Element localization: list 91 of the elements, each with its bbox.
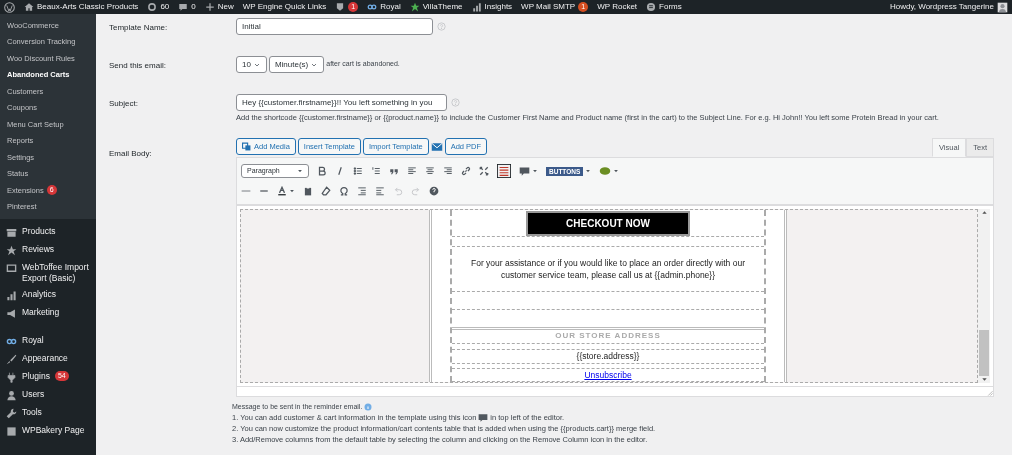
omega-icon[interactable] [339, 186, 349, 197]
box-icon[interactable] [6, 227, 17, 238]
menu-item[interactable]: Tools [22, 407, 42, 418]
fullscreen-icon[interactable] [479, 166, 489, 177]
caret-icon [585, 168, 592, 175]
paste-text-icon[interactable] [303, 186, 313, 197]
quote-icon[interactable] [389, 166, 399, 177]
number-select[interactable]: 10 [236, 56, 267, 73]
menu-item[interactable]: Appearance [22, 353, 68, 364]
plug-icon[interactable] [6, 372, 17, 383]
store-heading: OUR STORE ADDRESS [555, 330, 661, 343]
screen-icon[interactable] [6, 263, 17, 274]
merge-tag-icon [478, 412, 489, 423]
greeting-link[interactable]: Howdy, Wordpress Tangerine [889, 1, 994, 13]
form-icon[interactable] [646, 2, 657, 12]
envelope-icon[interactable] [430, 140, 443, 153]
field-label: Template Name: [109, 22, 169, 34]
template-name-field[interactable]: Initial [236, 18, 433, 35]
toolbar-link[interactable]: Royal [380, 1, 401, 13]
caret-icon [532, 168, 538, 175]
align-right-icon[interactable] [443, 166, 453, 177]
menu-item[interactable]: WPBakery Page [22, 425, 85, 436]
leaf-icon[interactable] [599, 165, 612, 178]
toolbar-toggle-icon[interactable] [497, 164, 511, 179]
menu-item[interactable]: Plugins [22, 371, 50, 382]
toolbar-link[interactable]: Insights [484, 1, 513, 13]
infinity-icon[interactable] [6, 336, 17, 347]
align-center-icon[interactable] [425, 166, 435, 177]
toolbar-link[interactable]: Forms [659, 1, 682, 13]
wordpress-logo-icon[interactable] [4, 1, 15, 13]
caret-icon [297, 168, 303, 175]
subject-field[interactable]: Hey {{customer.firstname}}!! You left something in you [236, 94, 447, 111]
bold-icon[interactable] [317, 166, 327, 177]
merge-tag-icon[interactable] [519, 165, 530, 177]
user-icon[interactable] [6, 390, 17, 401]
email-paragraph: For your assistance or if you would like to place an order directly with our customer service team, please call us at {{admin.phone}} [470, 256, 746, 281]
menu-item[interactable]: Marketing [22, 307, 60, 318]
toolbar-link[interactable]: 0 [191, 1, 196, 13]
outdent-icon[interactable] [357, 186, 367, 197]
comment-icon[interactable] [178, 2, 189, 12]
refresh-icon[interactable] [147, 2, 158, 12]
info-icon [364, 402, 373, 411]
menu-item[interactable]: WebToffee Import Export (Basic) [22, 262, 90, 283]
resize-handle-icon[interactable] [986, 389, 993, 397]
media-icon [242, 142, 251, 152]
checkout-button[interactable]: CHECKOUT NOW [526, 210, 690, 236]
eraser-icon[interactable] [321, 186, 331, 197]
star-icon[interactable] [409, 2, 420, 12]
toolbar-link[interactable]: New [217, 1, 234, 13]
toolbar-link[interactable]: WP Engine Quick Links [242, 1, 327, 13]
toolbar-link[interactable]: WP Rocket [597, 1, 638, 13]
plus-icon[interactable] [204, 2, 215, 12]
help-icon [451, 98, 460, 107]
toolbar-link[interactable]: Beaux-Arts Classic Products [37, 1, 139, 13]
menu-item[interactable]: Products [22, 226, 56, 237]
field-label: Subject: [109, 98, 139, 110]
infinity-icon[interactable] [367, 2, 378, 12]
italic-icon[interactable] [335, 166, 345, 177]
scrollbar[interactable] [978, 209, 990, 384]
menu-item[interactable]: Users [22, 389, 45, 400]
bar-chart-icon[interactable] [471, 2, 482, 12]
bullet-list-icon[interactable] [353, 166, 363, 177]
bar-chart-icon[interactable] [6, 290, 17, 301]
star-icon[interactable] [6, 245, 17, 256]
menu-item[interactable]: Royal [22, 335, 44, 346]
store-address: {{store.address}} [576, 349, 640, 363]
unit-select[interactable]: Minute(s) [268, 56, 325, 73]
toolbar-link[interactable]: WP Mail SMTP [521, 1, 576, 13]
scrollbar-thumb[interactable] [979, 330, 989, 377]
unsubscribe-link[interactable]: Unsubscribe [584, 368, 632, 382]
shield-icon[interactable] [335, 2, 346, 12]
toolbar-link[interactable]: 60 [160, 1, 170, 13]
menu-item[interactable]: Analytics [22, 289, 56, 300]
avatar-icon[interactable] [997, 1, 1008, 13]
caret-icon [613, 168, 620, 175]
help-icon [437, 22, 446, 31]
text-color-icon[interactable] [277, 186, 287, 197]
align-left-icon[interactable] [407, 166, 417, 177]
help-icon[interactable] [429, 186, 439, 197]
numbered-list-icon[interactable] [371, 166, 381, 177]
home-icon[interactable] [24, 2, 34, 12]
field-label: Send this email: [109, 60, 167, 72]
toolbar-link[interactable]: VillaTheme [422, 1, 463, 13]
field-label: Email Body: [109, 148, 153, 160]
caret-icon [289, 188, 295, 195]
link-icon[interactable] [461, 166, 471, 177]
wrench-icon[interactable] [6, 408, 17, 419]
indent-icon[interactable] [375, 186, 385, 197]
scroll-up-icon[interactable] [980, 209, 988, 217]
megaphone-icon[interactable] [6, 308, 17, 319]
menu-item[interactable]: Reviews [22, 244, 55, 255]
